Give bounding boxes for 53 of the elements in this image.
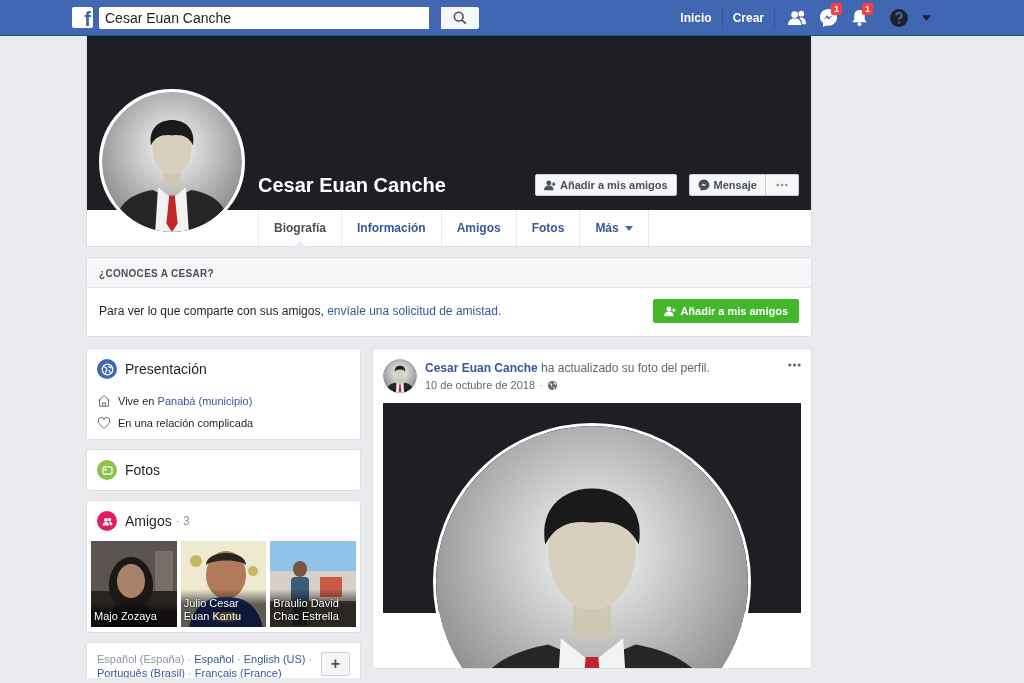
facebook-logo[interactable]: f	[72, 7, 93, 28]
current-language: Español (España)	[97, 653, 185, 665]
nav-link[interactable]: Inicio	[670, 7, 723, 28]
add-friend-button[interactable]: Añadir a mis amigos	[535, 173, 677, 196]
post-title: Cesar Euan Canche ha actualizado su foto del perfil.	[425, 361, 711, 375]
place-link[interactable]: Panabá (municipio)	[157, 395, 253, 407]
friend-request-text: Para ver lo que comparte con sus amigos, envíale una solicitud de amistad.	[99, 304, 502, 318]
card-title[interactable]: Presentación	[125, 361, 207, 377]
profile-tab[interactable]: Información	[341, 210, 441, 246]
bell-icon[interactable]	[850, 8, 869, 27]
help-icon[interactable]	[889, 7, 909, 28]
photo-icon	[97, 460, 117, 480]
profile-name: Cesar Euan Canche	[258, 173, 447, 197]
search-field[interactable]: Cesar Euan Canche	[99, 6, 429, 29]
message-button[interactable]: Mensaje	[688, 173, 766, 196]
friends-icon[interactable]	[787, 8, 807, 27]
heart-icon	[97, 416, 111, 430]
add-language-button[interactable]: +	[321, 652, 350, 676]
friend-count: · 3	[175, 514, 190, 528]
more-icon	[776, 182, 788, 187]
friend-name[interactable]: Julio Cesar Euan Kantu	[180, 589, 267, 627]
separator-dot: ·	[539, 379, 543, 391]
language-link[interactable]: English (US)	[243, 653, 306, 665]
intro-text: Vive en Panabá (municipio)	[118, 395, 253, 407]
nav-link[interactable]: Crear	[722, 7, 775, 28]
card-header: ¿CONOCES A CESAR?	[87, 258, 811, 288]
friend-name[interactable]: Braulio David Chac Estrella	[270, 589, 356, 627]
card-title[interactable]: Fotos	[125, 462, 160, 478]
messenger-icon	[697, 178, 710, 191]
intro-text: En una relación complicada	[118, 417, 254, 429]
add-friend-icon	[664, 305, 677, 317]
card-title[interactable]: Amigos	[125, 513, 172, 529]
add-friend-icon	[544, 178, 556, 191]
search-button[interactable]	[441, 6, 479, 29]
profile-tab[interactable]: Fotos	[515, 210, 580, 246]
post-date[interactable]: 10 de octubre de 2018	[425, 379, 536, 391]
friend-name[interactable]: Majo Zozaya	[91, 602, 177, 627]
notification-count: 1	[831, 3, 842, 15]
home-icon	[97, 394, 111, 408]
globe-icon	[546, 379, 558, 391]
profile-tab[interactable]: Más	[579, 210, 649, 246]
profile-tab[interactable]: Biografía	[258, 210, 341, 246]
notification-count: 1	[862, 3, 873, 15]
author-link[interactable]: Cesar Euan Canche	[425, 361, 538, 375]
more-button[interactable]	[766, 173, 799, 196]
language-link[interactable]: Español	[194, 653, 234, 665]
more-icon[interactable]	[788, 363, 801, 367]
globe-icon	[97, 359, 117, 379]
friends-icon	[97, 511, 117, 531]
profile-tab[interactable]: Amigos	[440, 210, 516, 246]
friend-request-link[interactable]: envíale una solicitud de amistad.	[327, 304, 502, 318]
search-icon	[453, 10, 467, 25]
caret-icon[interactable]	[921, 13, 932, 22]
